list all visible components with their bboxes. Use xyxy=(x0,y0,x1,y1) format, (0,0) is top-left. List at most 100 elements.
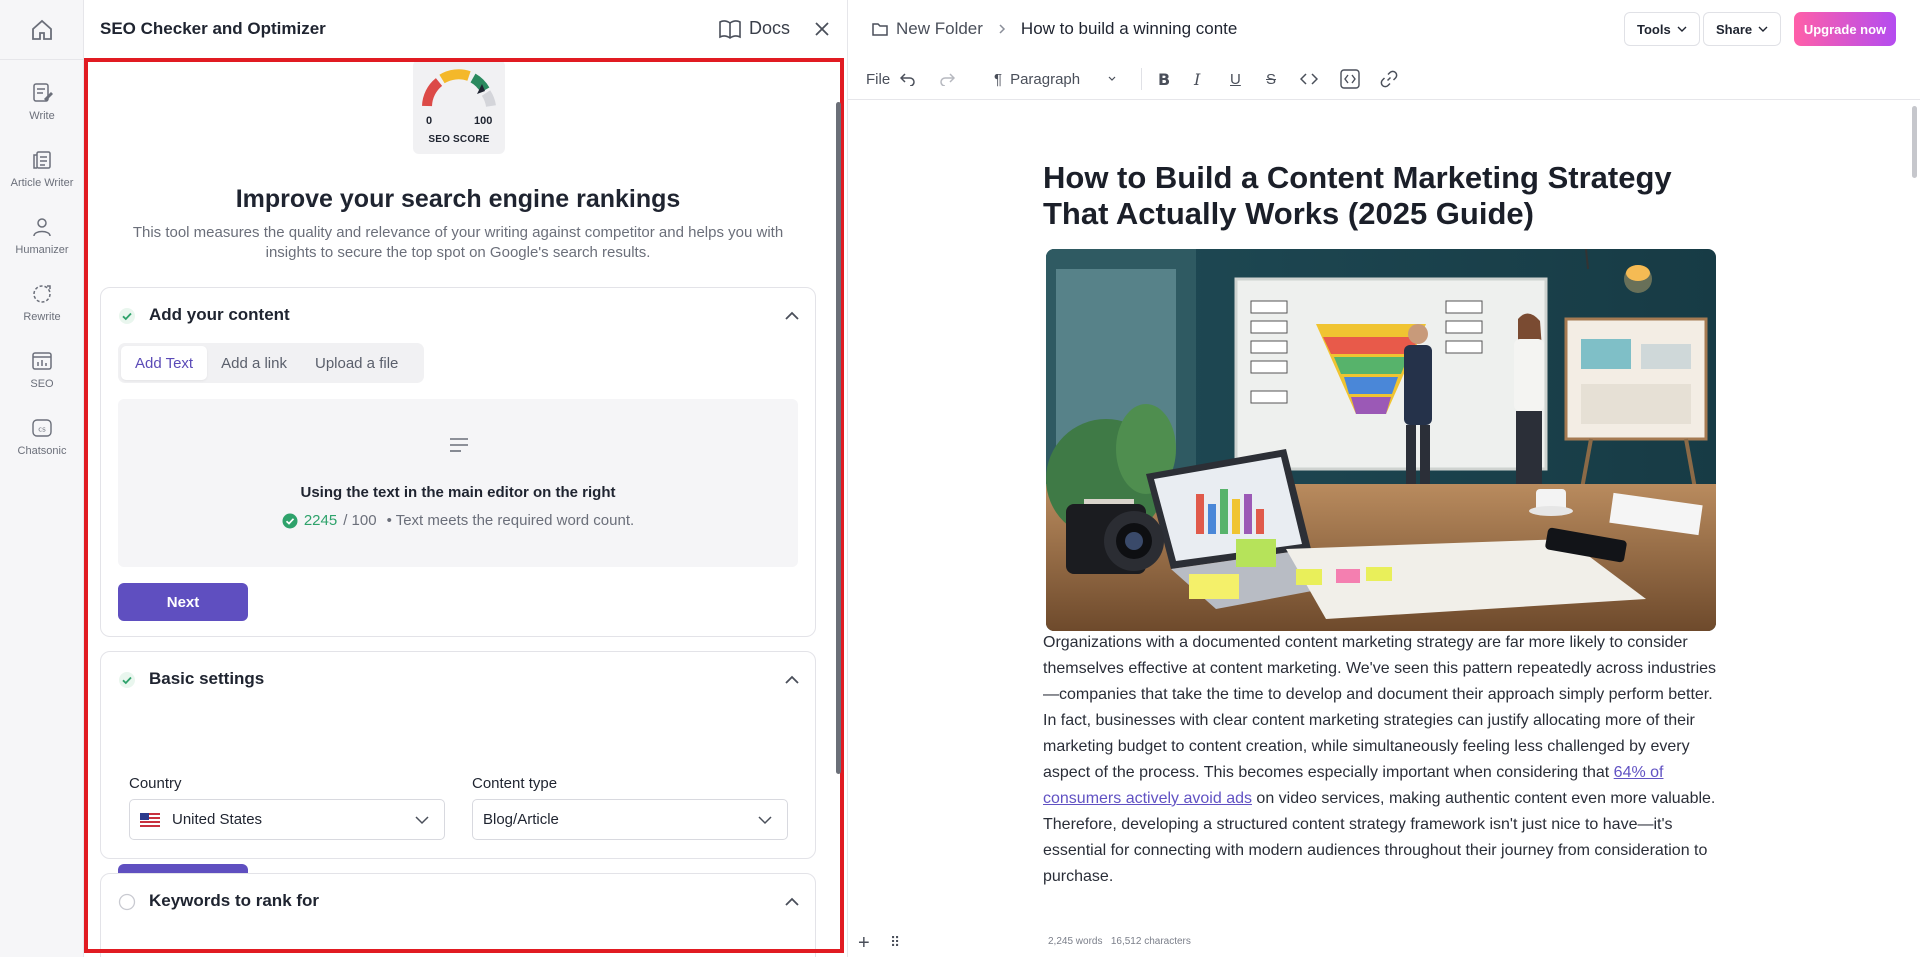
word-count-note: • Text meets the required word count. xyxy=(386,512,635,529)
panel-title: SEO Checker and Optimizer xyxy=(100,19,326,38)
document-area[interactable]: How to Build a Content Marketing Strateg… xyxy=(848,100,1908,957)
block-style-select[interactable]: ¶ Paragraph xyxy=(994,68,1134,90)
office-scene-image xyxy=(1046,249,1716,631)
panel-header: SEO Checker and Optimizer Docs xyxy=(84,0,848,58)
breadcrumb: New Folder How to build a winning conte xyxy=(872,19,1237,39)
card-add-content: Add your content Add Text Add a link Upl… xyxy=(100,287,816,637)
card-keywords-header[interactable]: Keywords to rank for xyxy=(101,874,817,930)
check-circle-icon xyxy=(119,672,135,688)
editor-scrollbar[interactable] xyxy=(1910,100,1918,957)
code-block-icon xyxy=(1340,69,1360,89)
word-count-value: 2245 xyxy=(303,512,338,529)
bold-button[interactable]: B xyxy=(1158,68,1170,90)
score-label: SEO SCORE xyxy=(428,134,490,145)
editor-scrollbar-thumb[interactable] xyxy=(1912,106,1917,178)
seo-chart-icon xyxy=(31,350,53,372)
card-title: Add your content xyxy=(149,305,290,324)
chevron-down-icon xyxy=(1108,76,1116,81)
content-source-tabs: Add Text Add a link Upload a file xyxy=(118,343,424,383)
tab-add-text[interactable]: Add Text xyxy=(121,346,208,380)
docs-link[interactable]: Docs xyxy=(719,18,790,39)
strikethrough-button[interactable]: S xyxy=(1266,68,1276,90)
chevron-down-icon xyxy=(1758,26,1768,32)
paragraph-1[interactable]: Organizations with a documented content … xyxy=(1043,630,1723,708)
paragraph-2[interactable]: In fact, businesses with clear content m… xyxy=(1043,708,1723,890)
block-style-value: Paragraph xyxy=(1010,70,1081,88)
content-type-select[interactable]: Blog/Article xyxy=(472,799,788,840)
country-value: United States xyxy=(172,811,263,828)
chevron-up-icon xyxy=(785,311,799,320)
add-block-button[interactable]: + xyxy=(858,932,870,955)
code-block-button[interactable] xyxy=(1340,68,1360,90)
file-menu[interactable]: File xyxy=(866,68,890,90)
chevron-up-icon xyxy=(785,897,799,906)
country-select[interactable]: United States xyxy=(129,799,445,840)
hero-title: Improve your search engine rankings xyxy=(235,185,681,213)
paragraph-2-text-start: In fact, businesses with clear content m… xyxy=(1043,712,1695,781)
close-icon xyxy=(815,22,829,36)
rail-item-label: Write xyxy=(29,110,55,122)
docs-label: Docs xyxy=(748,18,790,38)
underline-icon: U xyxy=(1230,70,1241,88)
rail-item-chatsonic[interactable]: cs Chatsonic xyxy=(0,417,84,479)
using-editor-text: Using the text in the main editor on the… xyxy=(300,484,616,501)
breadcrumb-document[interactable]: How to build a winning conte xyxy=(1021,19,1237,39)
drag-handle-icon[interactable]: ⠿ xyxy=(890,934,900,951)
next-button-content[interactable]: Next xyxy=(118,583,248,621)
italic-button[interactable]: I xyxy=(1194,68,1200,90)
panel-scroll-area[interactable]: 0 100 SEO SCORE Improve your search engi… xyxy=(84,58,848,957)
code-button[interactable] xyxy=(1300,68,1318,90)
redo-icon xyxy=(940,73,955,86)
rail-item-label: Chatsonic xyxy=(17,445,67,457)
rail-item-article-writer[interactable]: Article Writer xyxy=(0,149,84,211)
share-label: Share xyxy=(1716,21,1753,37)
code-icon xyxy=(1300,73,1318,85)
document-title[interactable]: How to Build a Content Marketing Strateg… xyxy=(1043,160,1693,232)
rail-item-seo[interactable]: SEO xyxy=(0,350,84,412)
tab-upload-file[interactable]: Upload a file xyxy=(301,346,412,380)
share-button[interactable]: Share xyxy=(1703,12,1782,46)
breadcrumb-folder[interactable]: New Folder xyxy=(896,19,983,39)
upgrade-button[interactable]: Upgrade now xyxy=(1794,12,1896,46)
content-type-value: Blog/Article xyxy=(483,811,559,828)
rail-item-label: SEO xyxy=(30,378,54,390)
left-rail: Write Article Writer Humanizer Rewrite S… xyxy=(0,0,84,957)
rail-item-label: Article Writer xyxy=(10,177,74,189)
text-source-box: Using the text in the main editor on the… xyxy=(118,399,798,567)
char-count: 16,512 characters xyxy=(1110,936,1191,947)
chevron-right-icon xyxy=(999,24,1005,34)
seo-panel: SEO Checker and Optimizer Docs 0 100 SEO… xyxy=(84,0,848,957)
editor-topbar: New Folder How to build a winning conte … xyxy=(848,0,1920,58)
user-icon xyxy=(31,216,53,238)
article-writer-icon xyxy=(31,149,53,171)
underline-button[interactable]: U xyxy=(1230,68,1241,90)
word-count-required: / 100 xyxy=(343,512,377,529)
word-count: 2,245 words xyxy=(1048,936,1103,947)
close-button[interactable] xyxy=(810,17,834,41)
empty-circle-icon xyxy=(118,893,136,911)
card-title: Basic settings xyxy=(149,669,265,688)
undo-button[interactable] xyxy=(900,68,916,90)
rail-item-humanizer[interactable]: Humanizer xyxy=(0,216,84,278)
chevron-down-icon xyxy=(1677,26,1687,32)
check-circle-icon xyxy=(119,308,135,324)
bold-icon: B xyxy=(1158,69,1171,89)
card-keywords: Keywords to rank for xyxy=(100,873,816,957)
card-basic-settings-header[interactable]: Basic settings xyxy=(101,652,817,708)
rail-item-write[interactable]: Write xyxy=(0,82,84,144)
card-add-content-header[interactable]: Add your content xyxy=(101,288,817,344)
panel-scrollbar[interactable] xyxy=(836,102,841,774)
book-icon xyxy=(719,19,741,39)
chatsonic-icon: cs xyxy=(31,417,53,439)
content-type-label: Content type xyxy=(472,775,558,792)
editor: New Folder How to build a winning conte … xyxy=(848,0,1920,957)
home-button[interactable] xyxy=(0,0,84,60)
redo-button[interactable] xyxy=(939,68,955,90)
link-button[interactable] xyxy=(1380,68,1398,90)
rail-item-rewrite[interactable]: Rewrite xyxy=(0,283,84,345)
tools-button[interactable]: Tools xyxy=(1624,12,1700,46)
article-hero-image[interactable] xyxy=(1046,249,1716,631)
text-lines-icon xyxy=(450,438,468,452)
write-icon xyxy=(31,82,53,104)
tab-add-link[interactable]: Add a link xyxy=(207,346,301,380)
